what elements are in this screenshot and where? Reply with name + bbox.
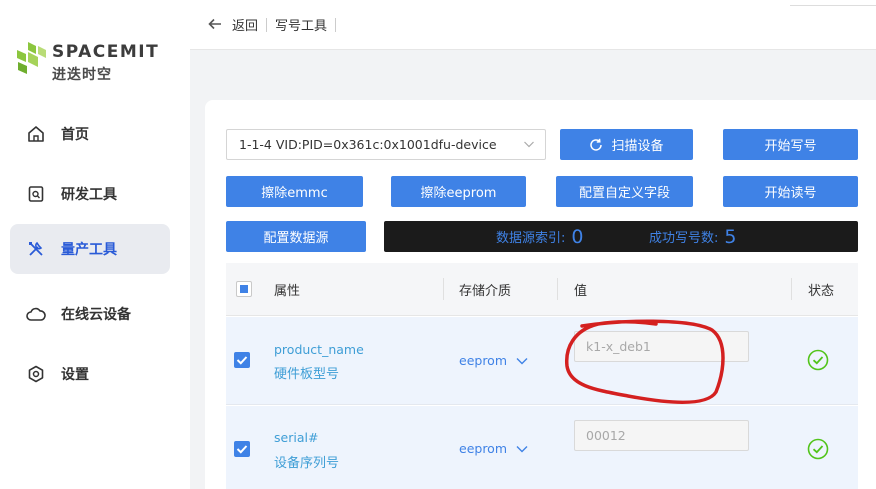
- brand-subtitle: 进迭时空: [52, 67, 112, 83]
- row-checkbox[interactable]: [234, 352, 250, 368]
- settings-icon: [26, 364, 46, 384]
- success-count-label: 成功写号数:: [649, 231, 719, 246]
- back-arrow-icon[interactable]: [208, 16, 222, 34]
- home-icon: [26, 124, 46, 144]
- sidebar-item-label: 首页: [61, 127, 89, 143]
- status-bar: 数据源索引: 0 成功写号数: 5: [384, 221, 858, 252]
- app-window: SPACEMIT 进迭时空 首页 研发工具 量产工具 在线云设备 设置 返回 写…: [0, 0, 876, 489]
- value-input[interactable]: k1-x_deb1: [574, 331, 749, 362]
- header-divider: [335, 17, 337, 32]
- table-row: product_name 硬件板型号 eeprom k1-x_deb1: [226, 317, 858, 405]
- sidebar-item-label: 设置: [61, 367, 89, 383]
- sidebar-item-label: 量产工具: [61, 242, 117, 258]
- medium-select[interactable]: eeprom: [459, 441, 528, 456]
- column-divider: [443, 278, 444, 300]
- header-value: 值: [574, 284, 588, 299]
- sidebar: SPACEMIT 进迭时空 首页 研发工具 量产工具 在线云设备 设置: [0, 0, 190, 489]
- cloud-icon: [26, 304, 46, 324]
- tools-icon: [26, 239, 46, 259]
- overlay-fragment: [790, 0, 876, 6]
- header-state: 状态: [808, 284, 835, 299]
- page-title: 写号工具: [275, 19, 328, 34]
- success-check-icon: [807, 349, 829, 371]
- attribute-description: 硬件板型号: [274, 367, 340, 382]
- device-select[interactable]: 1-1-4 VID:PID=0x361c:0x1001dfu-device: [226, 129, 546, 160]
- attribute-name: serial#: [274, 430, 319, 445]
- table-header: 属性 存储介质 值 状态: [226, 263, 858, 316]
- sidebar-item-label: 在线云设备: [61, 307, 131, 323]
- medium-value: eeprom: [459, 441, 508, 456]
- scan-devices-label: 扫描设备: [611, 139, 664, 154]
- brand-name: SPACEMIT: [52, 42, 160, 62]
- start-read-button[interactable]: 开始读号: [723, 176, 858, 207]
- config-datasource-button[interactable]: 配置数据源: [226, 221, 366, 252]
- header-attribute: 属性: [274, 284, 301, 299]
- erase-eeprom-button[interactable]: 擦除eeprom: [391, 176, 526, 207]
- attribute-name: product_name: [274, 342, 364, 357]
- success-count-value: 5: [724, 225, 737, 248]
- sidebar-item-dev-tools[interactable]: 研发工具: [10, 169, 170, 219]
- scan-devices-button[interactable]: 扫描设备: [560, 129, 693, 160]
- back-button[interactable]: 返回: [232, 15, 258, 34]
- sidebar-item-home[interactable]: 首页: [10, 109, 170, 159]
- column-divider: [791, 278, 792, 300]
- datasource-index-label: 数据源索引:: [496, 231, 566, 246]
- header-divider: [266, 17, 268, 32]
- sidebar-item-settings[interactable]: 设置: [10, 349, 170, 399]
- header-medium: 存储介质: [459, 284, 512, 299]
- chevron-down-icon: [524, 141, 534, 148]
- sidebar-item-cloud-devices[interactable]: 在线云设备: [10, 289, 170, 339]
- refresh-icon: [589, 138, 603, 152]
- success-check-icon: [807, 438, 829, 460]
- medium-select[interactable]: eeprom: [459, 353, 528, 368]
- attribute-description: 设备序列号: [274, 456, 340, 471]
- column-divider: [557, 278, 558, 300]
- main-card: 1-1-4 VID:PID=0x361c:0x1001dfu-device 扫描…: [205, 100, 876, 489]
- start-write-button[interactable]: 开始写号: [723, 129, 858, 160]
- datasource-index: 数据源索引: 0: [496, 221, 583, 252]
- device-select-value: 1-1-4 VID:PID=0x361c:0x1001dfu-device: [239, 137, 497, 152]
- chevron-down-icon: [516, 445, 528, 452]
- chevron-down-icon: [516, 357, 528, 364]
- erase-emmc-button[interactable]: 擦除emmc: [226, 176, 363, 207]
- logo-mark-icon: [17, 42, 46, 74]
- table-row: serial# 设备序列号 eeprom 00012: [226, 406, 858, 489]
- row-checkbox[interactable]: [234, 441, 250, 457]
- page-header: 返回 写号工具: [190, 0, 876, 50]
- success-count: 成功写号数: 5: [649, 221, 736, 252]
- config-custom-field-button[interactable]: 配置自定义字段: [556, 176, 693, 207]
- dev-tool-icon: [26, 184, 46, 204]
- select-all-checkbox[interactable]: [236, 281, 252, 297]
- sidebar-item-label: 研发工具: [61, 187, 117, 203]
- datasource-index-value: 0: [571, 225, 584, 248]
- value-input[interactable]: 00012: [574, 420, 749, 451]
- sidebar-item-production-tools[interactable]: 量产工具: [10, 224, 170, 274]
- medium-value: eeprom: [459, 353, 508, 368]
